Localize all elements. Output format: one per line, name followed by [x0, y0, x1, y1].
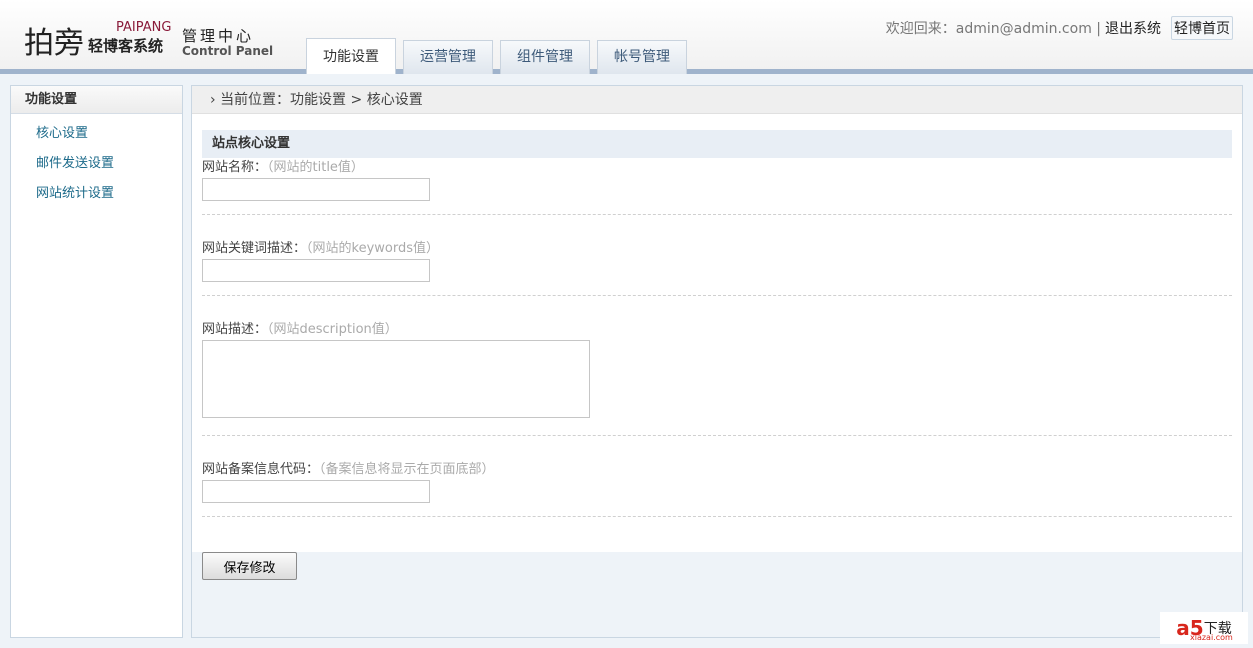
field-hint: （网站的keywords值）: [306, 241, 439, 256]
sidebar-item-core[interactable]: 核心设置: [11, 119, 182, 149]
a5-watermark-logo: a5 下载 xiazai.com: [1160, 612, 1248, 644]
description-textarea[interactable]: [202, 340, 590, 418]
site-name-field: 网站名称：（网站的title值）: [202, 158, 1232, 215]
icp-field: 网站备案信息代码：（备案信息将显示在页面底部）: [202, 451, 1232, 517]
tab-components[interactable]: 组件管理: [500, 40, 590, 74]
icp-input[interactable]: [202, 480, 430, 503]
header: 拍旁 PAIPANG 轻博客系统 管理中心 Control Panel 功能设置…: [0, 0, 1253, 74]
chevron-right-icon: ›: [210, 92, 216, 108]
keywords-input[interactable]: [202, 259, 430, 282]
user-bar: 欢迎回来：admin@admin.com | 退出系统 轻博首页: [886, 16, 1233, 40]
logo-brand: PAIPANG: [116, 20, 172, 35]
welcome-text: 欢迎回来：admin@admin.com |: [885, 21, 1101, 37]
field-hint: （网站的title值）: [267, 160, 364, 175]
logo-panel: Control Panel: [182, 44, 274, 58]
tab-accounts[interactable]: 帐号管理: [597, 40, 687, 74]
keywords-field: 网站关键词描述：（网站的keywords值）: [202, 230, 1232, 296]
description-field: 网站描述：（网站description值）: [202, 311, 1232, 436]
main-tabs: 功能设置 运营管理 组件管理 帐号管理: [306, 38, 687, 74]
tab-function-settings[interactable]: 功能设置: [306, 38, 396, 74]
sidebar: 功能设置 核心设置 邮件发送设置 网站统计设置: [10, 85, 183, 638]
home-button[interactable]: 轻博首页: [1171, 16, 1233, 40]
main-panel: › 当前位置：功能设置 > 核心设置 站点核心设置 网站名称：（网站的title…: [191, 85, 1243, 638]
save-button[interactable]: 保存修改: [202, 552, 297, 580]
sidebar-item-stats[interactable]: 网站统计设置: [11, 179, 182, 209]
field-label: 网站名称：: [202, 160, 268, 175]
breadcrumb-text: 当前位置：功能设置 > 核心设置: [220, 92, 423, 108]
watermark-domain: xiazai.com: [1190, 633, 1233, 642]
sidebar-title: 功能设置: [11, 86, 182, 114]
site-name-input[interactable]: [202, 178, 430, 201]
logout-link[interactable]: 退出系统: [1105, 18, 1161, 38]
field-label: 网站关键词描述：: [202, 241, 307, 256]
field-label: 网站描述：: [202, 322, 268, 337]
breadcrumb: › 当前位置：功能设置 > 核心设置: [192, 86, 1242, 114]
logo-center: 管理中心: [182, 27, 255, 45]
sidebar-item-email[interactable]: 邮件发送设置: [11, 149, 182, 179]
tab-operations[interactable]: 运营管理: [403, 40, 493, 74]
field-label: 网站备案信息代码：: [202, 462, 320, 477]
field-hint: （备案信息将显示在页面底部）: [319, 462, 495, 477]
section-title: 站点核心设置: [202, 130, 1232, 158]
logo-main: 拍旁: [24, 26, 84, 61]
logo-sub: 轻博客系统: [88, 37, 164, 55]
field-hint: （网站description值）: [267, 322, 398, 337]
